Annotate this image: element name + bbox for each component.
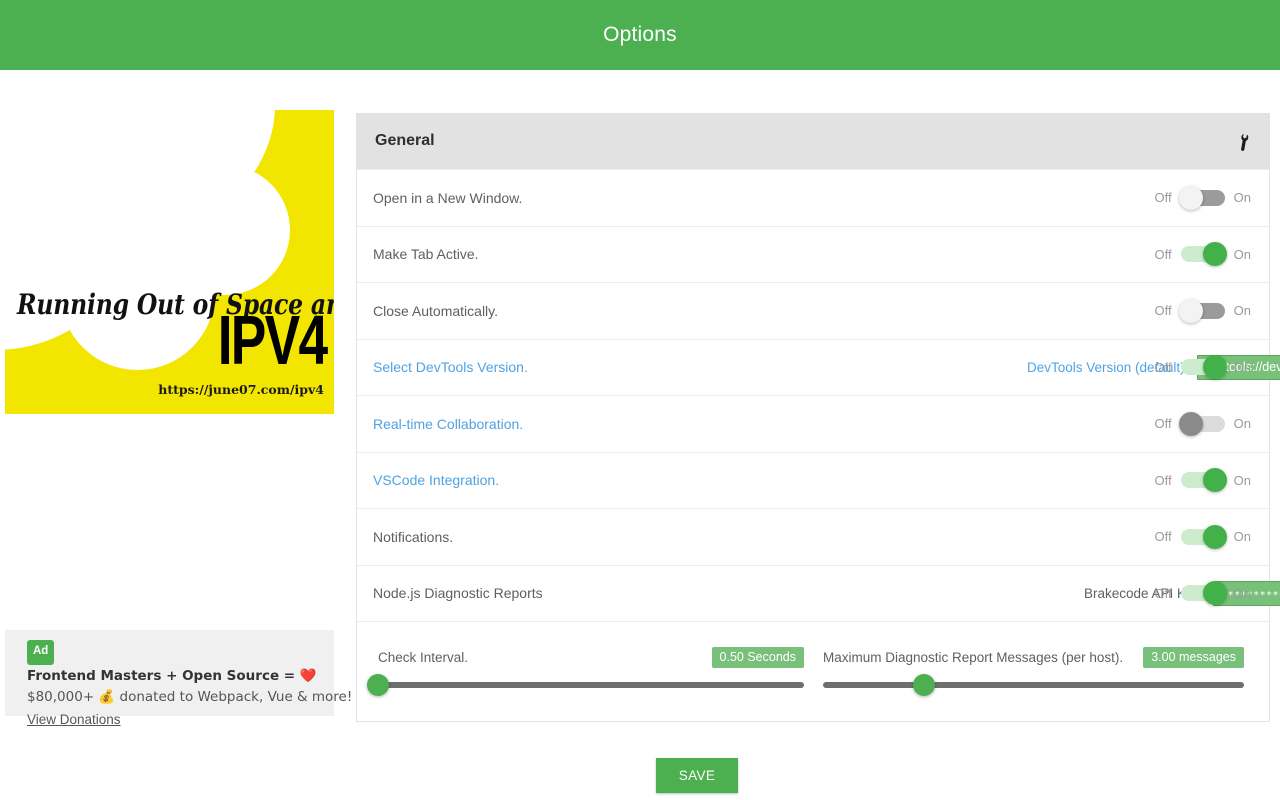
toggle-notifications[interactable] (1180, 524, 1227, 549)
toggle-group: Off On (1155, 227, 1251, 283)
toggle-knob (1178, 185, 1203, 210)
toggle-group: Off On (1155, 566, 1251, 622)
setting-row-open-in-new-window: Open in a New Window. Off On (357, 169, 1269, 226)
setting-label: Close Automatically. (373, 302, 499, 319)
toggle-off-label: Off (1154, 416, 1172, 432)
setting-row-select-devtools-version: Select DevTools Version. DevTools Versio… (357, 338, 1280, 396)
setting-label: Node.js Diagnostic Reports (373, 585, 543, 602)
ad-url: https://june07.com/ipv4 (158, 382, 324, 397)
toggle-off-label: Off (1154, 246, 1172, 262)
ad-big-text: IPV4 (217, 302, 327, 380)
toggle-off-label: Off (1154, 472, 1172, 488)
toggle-nodejs-diagnostic-reports[interactable] (1180, 581, 1227, 606)
toggle-knob (1202, 524, 1227, 549)
toggle-realtime-collaboration[interactable] (1178, 411, 1225, 436)
ad-line-2: $80,000+ 💰 donated to Webpack, Vue & mor… (27, 689, 353, 705)
toggle-knob (1178, 298, 1203, 323)
toggle-on-label: On (1233, 190, 1251, 206)
setting-row-nodejs-diagnostic-reports: Node.js Diagnostic Reports Brakecode API… (357, 564, 1280, 622)
page-title: Options (603, 23, 677, 46)
toggle-on-label: On (1233, 246, 1251, 262)
toggle-group: Off On (1155, 453, 1251, 509)
toggle-select-devtools-version[interactable] (1180, 355, 1227, 380)
setting-label: Notifications. (373, 528, 454, 545)
toggle-knob (1202, 581, 1227, 606)
slider-group-max-diagnostic-messages: Maximum Diagnostic Report Messages (per … (823, 647, 1244, 696)
carbon-ad-box[interactable]: Ad Frontend Masters + Open Source = ❤️ $8… (5, 630, 353, 727)
toggle-knob (1178, 411, 1203, 436)
slider-thumb[interactable] (367, 674, 389, 696)
setting-row-make-tab-active: Make Tab Active. Off On (357, 225, 1269, 283)
toggle-group: Off On (1155, 283, 1251, 339)
toggle-on-label: On (1233, 359, 1251, 375)
ad-line-1: Ad Frontend Masters + Open Source = ❤️ (27, 640, 322, 687)
setting-label-link[interactable]: VSCode Integration. (373, 472, 499, 488)
toggle-group: Off On (1155, 170, 1251, 226)
slider-value-badge: 3.00 messages (1143, 647, 1244, 668)
toggle-make-tab-active[interactable] (1180, 242, 1227, 267)
view-donations-link[interactable]: View Donations (27, 709, 121, 731)
slider-group-check-interval: Check Interval. 0.50 Seconds (367, 647, 804, 696)
toggle-vscode-integration[interactable] (1180, 468, 1227, 493)
setting-label-link[interactable]: Select DevTools Version. (373, 359, 528, 375)
toggle-on-label: On (1233, 472, 1251, 488)
toggle-off-label: Off (1154, 303, 1172, 319)
setting-row-vscode-integration: VSCode Integration. Off On (357, 451, 1269, 509)
toggle-group: Off On (1155, 340, 1251, 396)
panel-header: General (357, 113, 1269, 169)
setting-label: Open in a New Window. (373, 189, 523, 206)
toggle-knob (1202, 468, 1227, 493)
slider-row: Check Interval. 0.50 Seconds Maximum Dia… (357, 621, 1269, 721)
slider-thumb[interactable] (913, 674, 936, 696)
setting-row-realtime-collaboration: Real-time Collaboration. Off On (357, 395, 1269, 452)
ad-title: Frontend Masters + Open Source = ❤️ (27, 667, 317, 684)
toggle-off-label: Off (1154, 585, 1172, 601)
setting-row-notifications: Notifications. Off On (357, 508, 1269, 565)
options-header-bar: Options (0, 0, 1280, 70)
slider-header: Maximum Diagnostic Report Messages (per … (823, 647, 1244, 668)
toggle-group: Off On (1155, 509, 1251, 565)
toggle-off-label: Off (1154, 190, 1172, 206)
toggle-on-label: On (1233, 303, 1251, 319)
ad-column: Running Out of Space and Need IPV4 https… (5, 110, 352, 727)
setting-row-close-automatically: Close Automatically. Off On (357, 282, 1269, 339)
slider-header: Check Interval. 0.50 Seconds (378, 647, 804, 668)
cloud-shape-icon (160, 165, 290, 295)
toggle-on-label: On (1233, 416, 1251, 432)
wrench-icon[interactable] (1233, 131, 1253, 151)
toggle-open-in-new-window[interactable] (1178, 185, 1225, 210)
slider-track-check-interval[interactable] (367, 674, 804, 696)
ad-badge: Ad (27, 640, 55, 665)
toggle-off-label: Off (1154, 529, 1172, 545)
toggle-group: Off On (1155, 396, 1251, 452)
toggle-knob (1202, 242, 1227, 267)
slider-value-badge: 0.50 Seconds (711, 647, 804, 668)
general-settings-panel: General Open in a New Window. Off On Mak… (356, 113, 1280, 722)
toggle-on-label: On (1233, 529, 1251, 545)
slider-label: Maximum Diagnostic Report Messages (per … (823, 650, 1124, 665)
save-button[interactable]: SAVE (656, 758, 738, 793)
ipv4-ad-banner[interactable]: Running Out of Space and Need IPV4 https… (5, 110, 334, 414)
toggle-off-label: Off (1154, 359, 1172, 375)
panel-title: General (375, 132, 435, 149)
toggle-knob (1202, 355, 1227, 380)
setting-label-link[interactable]: Real-time Collaboration. (373, 416, 523, 432)
slider-track-max-diagnostic-messages[interactable] (823, 674, 1244, 696)
toggle-close-automatically[interactable] (1178, 298, 1225, 323)
setting-label: Make Tab Active. (373, 246, 479, 263)
toggle-on-label: On (1233, 585, 1251, 601)
slider-label: Check Interval. (378, 650, 469, 665)
